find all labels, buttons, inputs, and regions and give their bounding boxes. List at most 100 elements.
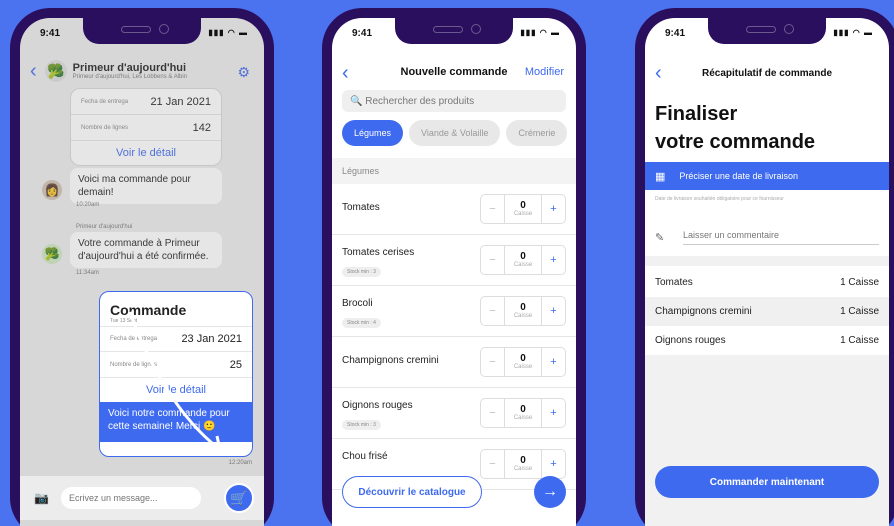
avatar: 👩 (42, 180, 62, 200)
delivery-label: Fecha de entrega (81, 98, 129, 105)
search-placeholder: Rechercher des produits (365, 95, 475, 107)
quantity-stepper[interactable]: − 0 Caisse + (480, 194, 566, 224)
phone-summary: 9:41 ▮▮▮ ◠ ▬ ‹ Récapitulatif de commande… (635, 8, 894, 526)
page-title: Récapitulatif de commande (701, 68, 833, 79)
summary-item-name: Oignons rouges (655, 335, 726, 346)
chat-header: ‹ 🥦 Primeur d'aujourd'hui Primeur d'aujo… (20, 50, 264, 92)
chip-viande[interactable]: Viande & Volaille (409, 120, 501, 146)
list-item: Tomates − 0 Caisse + (332, 184, 576, 235)
product-name: Tomates (342, 202, 380, 213)
message-time: 12:20am (228, 460, 252, 466)
chip-cremerie[interactable]: Crémerie (506, 120, 568, 146)
notch (395, 18, 513, 44)
notch (83, 18, 201, 44)
product-list: Tomates −0 Caisse + Tomates cerises Stock … (332, 184, 576, 490)
plus-icon[interactable]: + (541, 348, 565, 376)
stock-badge: Stock min : 3 (342, 267, 381, 277)
minus-icon[interactable]: − (481, 399, 505, 427)
quantity-stepper[interactable]: − 0 Caisse + (480, 398, 566, 428)
minus-icon[interactable]: − (481, 246, 505, 274)
edit-button[interactable]: Modifier (525, 66, 564, 78)
quantity-value: 0 (520, 455, 526, 466)
plus-icon[interactable]: + (541, 450, 565, 478)
product-name: Oignons rouges (342, 400, 413, 411)
summary-item-qty: 1 Caisse (840, 335, 879, 346)
quantity-unit: Caisse (513, 262, 533, 268)
minus-icon[interactable]: − (481, 450, 505, 478)
gear-icon[interactable]: ⚙ (237, 64, 250, 81)
quantity-stepper[interactable]: − 0 Caisse + (480, 449, 566, 479)
quantity-stepper[interactable]: − 0 Caisse + (480, 347, 566, 377)
product-name: Champignons cremini (342, 355, 439, 366)
chip-legumes[interactable]: Légumes (342, 120, 404, 146)
plus-icon[interactable]: + (541, 297, 565, 325)
delivery-date-label: Préciser une date de livraison (679, 171, 798, 181)
headline-line-1: Finaliser (655, 103, 738, 125)
status-time: 9:41 (40, 28, 61, 39)
stock-badge: Stock min : 4 (342, 318, 381, 328)
quantity-value: 0 (520, 404, 526, 415)
summary-screen: 9:41 ▮▮▮ ◠ ▬ ‹ Récapitulatif de commande… (645, 18, 889, 526)
avatar: 🥦 (42, 244, 62, 264)
catalog-button[interactable]: Découvrir le catalogue (342, 476, 482, 508)
summary-item-name: Tomates (655, 277, 693, 288)
cart-plus-icon[interactable]: 🛒 (224, 483, 254, 513)
comment-field[interactable]: ✎ Laisser un commentaire (655, 226, 879, 248)
arrow-right-icon[interactable]: → (534, 476, 566, 508)
notch (708, 18, 826, 44)
quantity-stepper[interactable]: − 0 Caisse + (480, 245, 566, 275)
delivery-date-button[interactable]: ▦ Préciser une date de livraison (645, 162, 889, 190)
order-nav: ‹ Nouvelle commande Modifier (332, 62, 576, 84)
quantity-value: 0 (520, 353, 526, 364)
quantity-unit: Caisse (513, 364, 533, 370)
summary-item-name: Champignons cremini (655, 306, 752, 317)
pencil-icon: ✎ (655, 231, 665, 244)
quantity-unit: Caisse (513, 211, 533, 217)
category-chips: Légumes Viande & Volaille Crémerie (342, 120, 576, 146)
minus-icon[interactable]: − (481, 348, 505, 376)
status-time: 9:41 (352, 28, 373, 39)
section-header: Légumes (332, 158, 576, 184)
sender-label: Primeur d'aujourd'hui (76, 224, 133, 230)
message-input[interactable] (60, 487, 201, 509)
delivery-date-note: Date de livraison souhaitée obligatoire … (655, 196, 784, 202)
summary-nav: ‹ Récapitulatif de commande (645, 62, 889, 84)
chat-subtitle: Primeur d'aujourd'hui, Les Lobbens & Alb… (72, 74, 188, 80)
quantity-unit: Caisse (513, 313, 533, 319)
product-name: Brocoli (342, 298, 373, 309)
order-screen: 9:41 ▮▮▮ ◠ ▬ ‹ Nouvelle commande Modifie… (332, 18, 576, 526)
divider (645, 256, 889, 266)
plus-icon[interactable]: + (541, 246, 565, 274)
status-icons: ▮▮▮ ◠ ▬ (833, 28, 873, 37)
summary-row: Oignons rouges 1 Caisse (645, 326, 889, 355)
delivery-value: 21 Jan 2021 (150, 95, 211, 108)
plus-icon[interactable]: + (541, 399, 565, 427)
search-input[interactable]: 🔍 Rechercher des produits (342, 90, 566, 112)
back-icon[interactable]: ‹ (20, 60, 45, 83)
lines-value: 142 (192, 121, 211, 134)
headline: Finaliser votre commande (655, 100, 815, 156)
phone-chat: 9:41 ▮▮▮ ◠ ▬ ‹ 🥦 Primeur d'aujourd'hui P… (10, 8, 274, 526)
message-bubble: Votre commande à Primeur d'aujourd'hui a… (70, 232, 222, 268)
headline-line-2: votre commande (655, 131, 816, 153)
minus-icon[interactable]: − (481, 297, 505, 325)
minus-icon[interactable]: − (481, 195, 505, 223)
view-detail-link[interactable]: Voir le détail (71, 141, 221, 165)
chat-screen: 9:41 ▮▮▮ ◠ ▬ ‹ 🥦 Primeur d'aujourd'hui P… (20, 18, 264, 526)
quantity-stepper[interactable]: − 0 Caisse + (480, 296, 566, 326)
compose-bar: 📷 🛒 (20, 476, 264, 520)
message-bubble: Voici ma commande pour demain! (70, 168, 222, 204)
arrow-annotation (128, 311, 223, 453)
camera-icon[interactable]: 📷 (34, 491, 49, 505)
plus-icon[interactable]: + (541, 195, 565, 223)
order-now-button[interactable]: Commander maintenant (655, 466, 879, 498)
list-item: Brocoli Stock min : 4 − 0 Caisse + (332, 286, 576, 337)
quantity-value: 0 (520, 251, 526, 262)
lines-label: Nombre de lignes (81, 124, 129, 131)
list-item: Champignons cremini − 0 Caisse + (332, 337, 576, 388)
search-icon: 🔍 (350, 95, 366, 107)
chat-title: Primeur d'aujourd'hui (72, 62, 187, 74)
summary-footer-bg (645, 355, 889, 526)
summary-row: Champignons cremini 1 Caisse (645, 297, 889, 326)
quantity-unit: Caisse (513, 415, 533, 421)
